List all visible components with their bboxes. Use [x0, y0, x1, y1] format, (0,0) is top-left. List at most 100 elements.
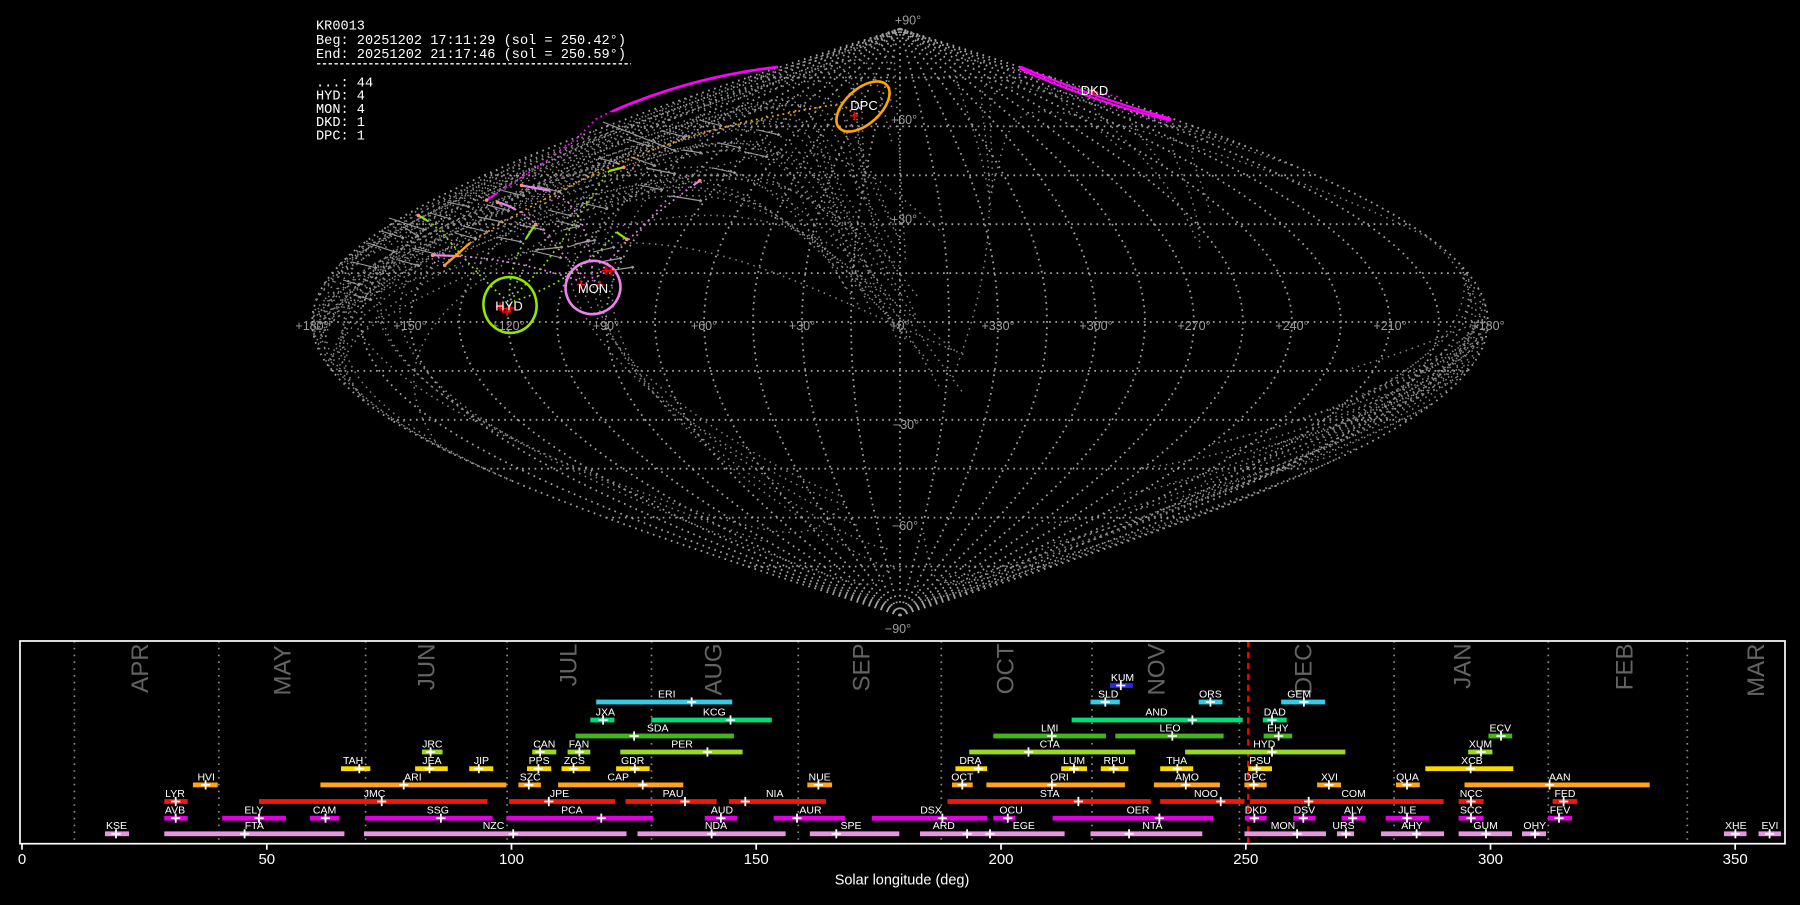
svg-text:+180°: +180° — [295, 319, 328, 333]
svg-text:SDA: SDA — [647, 722, 669, 734]
svg-text:+60°: +60° — [891, 113, 917, 127]
svg-text:HYD: HYD — [495, 299, 522, 314]
svg-text:NOO: NOO — [1194, 788, 1218, 800]
svg-text:+330°: +330° — [981, 319, 1014, 333]
svg-text:ORI: ORI — [1050, 771, 1069, 783]
svg-text:AVB: AVB — [165, 805, 185, 817]
svg-text:RPU: RPU — [1104, 755, 1126, 767]
svg-text:PAU: PAU — [663, 788, 684, 800]
svg-text:JPE: JPE — [550, 788, 569, 800]
svg-text:JLE: JLE — [1398, 805, 1416, 817]
svg-text:ECV: ECV — [1490, 722, 1512, 734]
svg-text:DPC: 1: DPC: 1 — [316, 130, 365, 145]
svg-text:OCT: OCT — [951, 771, 974, 783]
svg-text:SEP: SEP — [849, 643, 876, 691]
svg-text:NIA: NIA — [766, 788, 784, 800]
svg-text:XHE: XHE — [1725, 820, 1747, 832]
svg-text:200: 200 — [988, 851, 1013, 868]
svg-text:AUR: AUR — [799, 805, 822, 817]
svg-text:300: 300 — [1478, 851, 1503, 868]
svg-text:0: 0 — [18, 851, 26, 868]
svg-text:KR0013: KR0013 — [316, 20, 365, 35]
svg-text:−30°: −30° — [893, 418, 919, 432]
svg-text:ERI: ERI — [658, 688, 676, 700]
svg-text:QUA: QUA — [1396, 771, 1419, 783]
svg-text:OCU: OCU — [999, 805, 1022, 817]
svg-text:ORS: ORS — [1199, 688, 1222, 700]
svg-text:PER: PER — [671, 738, 693, 750]
svg-text:ELY: ELY — [244, 805, 263, 817]
svg-text:50: 50 — [258, 851, 275, 868]
svg-text:FAN: FAN — [569, 738, 589, 750]
svg-text:FEV: FEV — [1550, 805, 1570, 817]
svg-text:+60°: +60° — [691, 319, 717, 333]
svg-text:COM: COM — [1341, 788, 1366, 800]
svg-text:DEC: DEC — [1291, 644, 1318, 695]
svg-text:End: 20251202 21:17:46 (sol =: End: 20251202 21:17:46 (sol = 250.59°) — [316, 48, 626, 63]
svg-text:CTA: CTA — [1040, 738, 1060, 750]
svg-text:NCC: NCC — [1460, 788, 1483, 800]
svg-text:XCB: XCB — [1461, 755, 1483, 767]
svg-text:NDA: NDA — [705, 820, 727, 832]
svg-text:GUM: GUM — [1473, 820, 1498, 832]
svg-text:250: 250 — [1233, 851, 1258, 868]
svg-text:GEM: GEM — [1287, 688, 1311, 700]
svg-text:+240°: +240° — [1275, 319, 1308, 333]
svg-text:DRA: DRA — [959, 755, 981, 767]
svg-text:ARI: ARI — [404, 771, 422, 783]
svg-text:AUG: AUG — [701, 643, 728, 695]
svg-text:KUM: KUM — [1111, 672, 1134, 684]
svg-text:ALY: ALY — [1344, 805, 1363, 817]
svg-text:MON: MON — [1271, 820, 1296, 832]
svg-text:LEO: LEO — [1159, 722, 1180, 734]
svg-text:STA: STA — [1040, 788, 1060, 800]
svg-text:DKD: DKD — [1245, 805, 1268, 817]
svg-text:NOV: NOV — [1144, 643, 1171, 695]
svg-text:FED: FED — [1555, 788, 1576, 800]
svg-text:JUL: JUL — [556, 644, 583, 687]
svg-text:JAN: JAN — [1449, 643, 1476, 688]
svg-text:150: 150 — [744, 851, 769, 868]
svg-text:THA: THA — [1166, 755, 1187, 767]
svg-text:+210°: +210° — [1373, 319, 1406, 333]
svg-text:OHY: OHY — [1523, 820, 1546, 832]
svg-text:PSU: PSU — [1249, 755, 1271, 767]
svg-text:SCC: SCC — [1460, 805, 1483, 817]
svg-text:DKD: DKD — [1081, 83, 1108, 98]
svg-text:HYD: HYD — [1253, 738, 1276, 750]
svg-text:TAH: TAH — [343, 755, 363, 767]
svg-text:SSG: SSG — [427, 805, 449, 817]
svg-text:OCT: OCT — [993, 643, 1020, 694]
svg-text:HVI: HVI — [197, 771, 215, 783]
svg-text:JXA: JXA — [596, 706, 615, 718]
svg-text:AHY: AHY — [1401, 820, 1423, 832]
svg-text:DPC: DPC — [1244, 771, 1267, 783]
svg-text:AUD: AUD — [711, 805, 734, 817]
svg-text:DSV: DSV — [1294, 805, 1316, 817]
svg-text:350: 350 — [1723, 851, 1748, 868]
svg-text:OER: OER — [1127, 805, 1150, 817]
svg-text:FTA: FTA — [245, 820, 264, 832]
svg-text:EGE: EGE — [1013, 820, 1035, 832]
svg-text:+90°: +90° — [895, 14, 921, 28]
svg-text:NTA: NTA — [1142, 820, 1162, 832]
svg-text:SPE: SPE — [840, 820, 861, 832]
svg-text:LMI: LMI — [1041, 722, 1059, 734]
svg-text:PCA: PCA — [561, 805, 583, 817]
svg-text:CAM: CAM — [313, 805, 336, 817]
svg-text:APR: APR — [127, 643, 154, 692]
svg-text:KCG: KCG — [703, 706, 726, 718]
svg-text:Solar longitude (deg): Solar longitude (deg) — [835, 873, 970, 889]
svg-text:Beg: 20251202 17:11:29 (sol =: Beg: 20251202 17:11:29 (sol = 250.42°) — [316, 34, 626, 49]
svg-text:PPS: PPS — [529, 755, 550, 767]
svg-text:+30°: +30° — [789, 319, 815, 333]
svg-text:JEA: JEA — [422, 755, 441, 767]
svg-text:JRC: JRC — [422, 738, 443, 750]
svg-text:AAN: AAN — [1549, 771, 1571, 783]
svg-text:XUM: XUM — [1469, 738, 1492, 750]
svg-text:ZCS: ZCS — [564, 755, 585, 767]
svg-text:NZC: NZC — [483, 820, 505, 832]
svg-text:GDR: GDR — [621, 755, 645, 767]
svg-text:CAN: CAN — [533, 738, 555, 750]
svg-text:JMC: JMC — [364, 788, 386, 800]
